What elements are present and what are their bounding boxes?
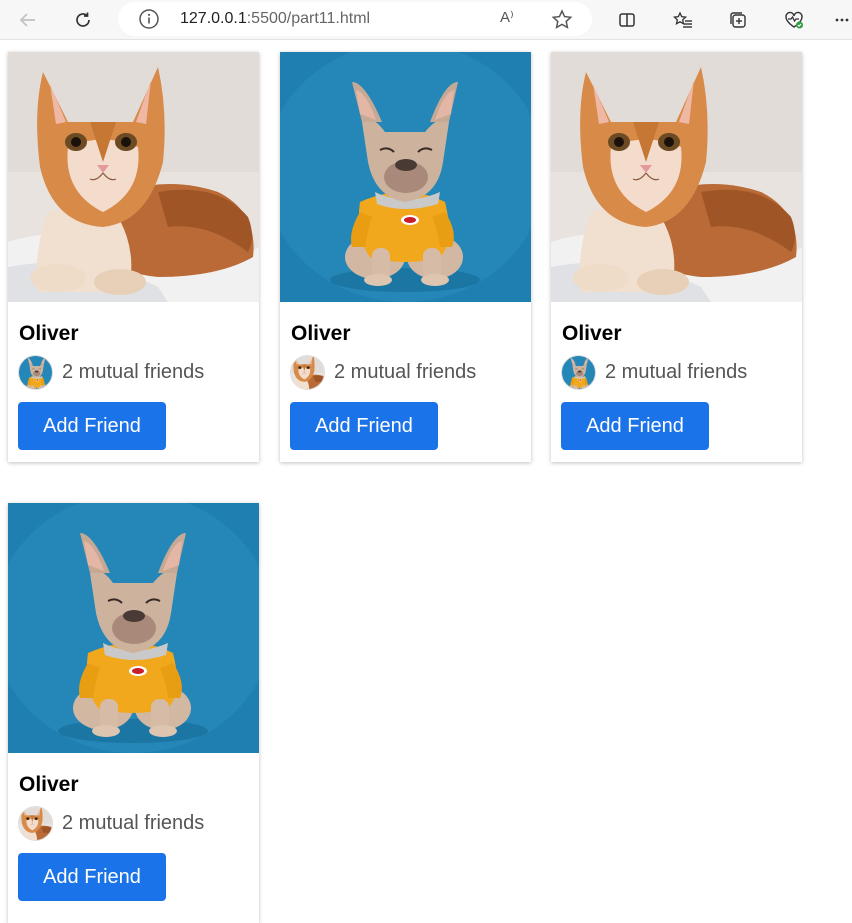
friend-card: Oliver 2 mutual friends Add Friend <box>551 52 802 462</box>
friend-name: Oliver <box>19 773 79 796</box>
refresh-icon[interactable] <box>69 6 97 34</box>
add-friend-button[interactable]: Add Friend <box>290 402 438 450</box>
favorite-star-icon[interactable] <box>550 8 574 32</box>
more-icon[interactable] <box>832 6 852 34</box>
url-text[interactable]: 127.0.0.1:5500/part11.html <box>180 10 370 28</box>
friend-photo-dog <box>8 503 259 753</box>
url-host: 127.0.0.1 <box>180 10 247 27</box>
add-friend-button[interactable]: Add Friend <box>561 402 709 450</box>
split-screen-icon[interactable] <box>613 6 641 34</box>
mutual-friends-text: 2 mutual friends <box>62 360 205 383</box>
read-aloud-icon[interactable]: A⁾ <box>500 8 522 30</box>
add-friend-button[interactable]: Add Friend <box>18 853 166 901</box>
mutual-avatar-cat <box>18 805 53 841</box>
mutual-avatar-cat <box>290 354 325 390</box>
friend-name: Oliver <box>291 322 351 345</box>
mutual-friends: 2 mutual friends <box>561 354 747 390</box>
mutual-avatar-dog <box>561 354 596 390</box>
mutual-friends-text: 2 mutual friends <box>334 360 477 383</box>
mutual-friends-text: 2 mutual friends <box>605 360 748 383</box>
mutual-friends: 2 mutual friends <box>18 354 204 390</box>
browser-essentials-icon[interactable] <box>780 6 808 34</box>
friend-photo-dog <box>280 52 531 302</box>
info-icon[interactable] <box>138 8 160 30</box>
add-friend-button[interactable]: Add Friend <box>18 402 166 450</box>
mutual-friends: 2 mutual friends <box>18 805 204 841</box>
browser-toolbar: 127.0.0.1:5500/part11.html A⁾ <box>0 0 852 40</box>
collections-icon[interactable] <box>724 6 752 34</box>
friend-name: Oliver <box>19 322 79 345</box>
friend-card: Oliver 2 mutual friends Add Friend <box>8 503 259 923</box>
address-bar[interactable]: 127.0.0.1:5500/part11.html A⁾ <box>118 2 592 36</box>
friend-photo-cat <box>551 52 802 302</box>
friend-photo-cat <box>8 52 259 302</box>
friend-card: Oliver 2 mutual friends Add Friend <box>8 52 259 462</box>
mutual-friends-text: 2 mutual friends <box>62 811 205 834</box>
friend-card: Oliver 2 mutual friends Add Friend <box>280 52 531 462</box>
mutual-friends: 2 mutual friends <box>290 354 476 390</box>
friend-name: Oliver <box>562 322 622 345</box>
mutual-avatar-dog <box>18 354 53 390</box>
back-icon[interactable] <box>14 6 42 34</box>
favorites-icon[interactable] <box>669 6 697 34</box>
url-path: :5500/part11.html <box>246 10 371 27</box>
